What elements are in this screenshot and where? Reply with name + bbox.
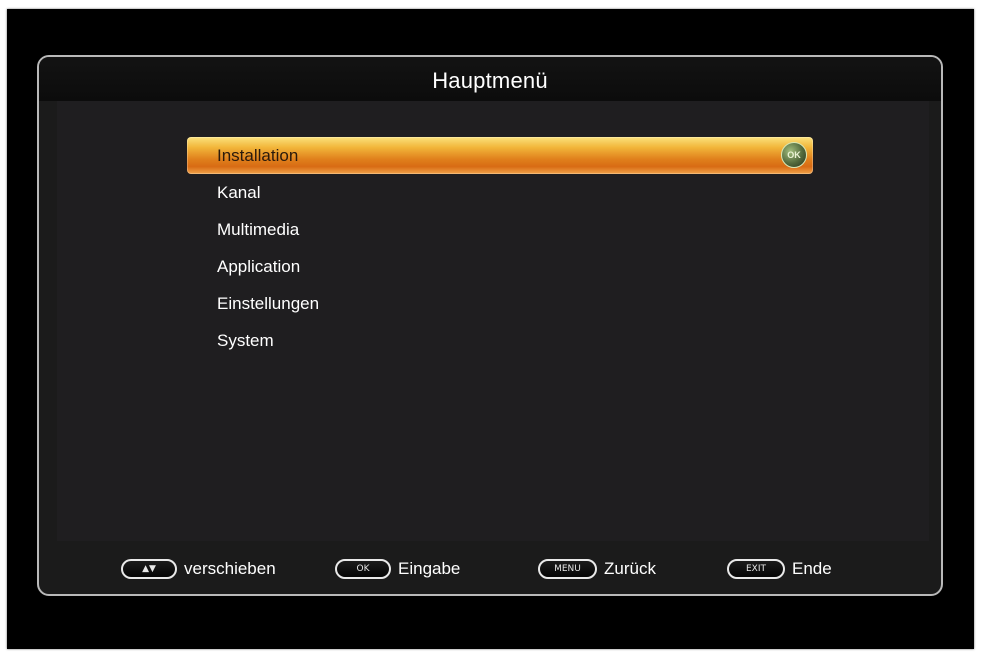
ok-key-icon: OK bbox=[335, 559, 391, 579]
menu-item-einstellungen[interactable]: Einstellungen bbox=[187, 285, 813, 322]
menu-item-kanal[interactable]: Kanal bbox=[187, 174, 813, 211]
menu-item-label: System bbox=[217, 331, 274, 350]
menu-content-panel: Installation OK Kanal Multimedia Applica… bbox=[57, 101, 929, 541]
menu-item-system[interactable]: System bbox=[187, 322, 813, 359]
hint-move: ▲▼ verschieben bbox=[121, 559, 276, 579]
menu-key-icon: MENU bbox=[538, 559, 597, 579]
hint-label-ok: Eingabe bbox=[398, 559, 461, 578]
exit-key-icon: EXIT bbox=[727, 559, 785, 579]
menu-title: Hauptmenü bbox=[432, 68, 548, 93]
hint-label-move: verschieben bbox=[184, 559, 276, 578]
menu-item-multimedia[interactable]: Multimedia bbox=[187, 211, 813, 248]
up-down-key-icon: ▲▼ bbox=[121, 559, 177, 579]
main-menu-dialog: Hauptmenü Installation OK Kanal Multimed… bbox=[37, 55, 943, 596]
ok-badge-icon: OK bbox=[781, 142, 807, 168]
menu-item-label: Multimedia bbox=[217, 220, 300, 239]
menu-item-label: Application bbox=[217, 257, 301, 276]
hint-label-exit: Ende bbox=[792, 559, 832, 578]
menu-item-label: Installation bbox=[217, 146, 299, 165]
title-bar: Hauptmenü bbox=[39, 57, 941, 101]
hint-label-menu: Zurück bbox=[604, 559, 656, 578]
menu-item-installation[interactable]: Installation OK bbox=[187, 137, 813, 174]
hint-menu: MENU Zurück bbox=[538, 559, 656, 579]
hint-exit: EXIT Ende bbox=[727, 559, 832, 579]
menu-item-label: Kanal bbox=[217, 183, 261, 202]
menu-item-label: Einstellungen bbox=[217, 294, 320, 313]
tv-screen: Hauptmenü Installation OK Kanal Multimed… bbox=[7, 9, 974, 649]
remote-key-hints: ▲▼ verschieben OK Eingabe MENU Zurück EX… bbox=[39, 557, 941, 587]
hint-ok: OK Eingabe bbox=[335, 559, 460, 579]
main-menu-list: Installation OK Kanal Multimedia Applica… bbox=[187, 137, 813, 359]
menu-item-application[interactable]: Application bbox=[187, 248, 813, 285]
